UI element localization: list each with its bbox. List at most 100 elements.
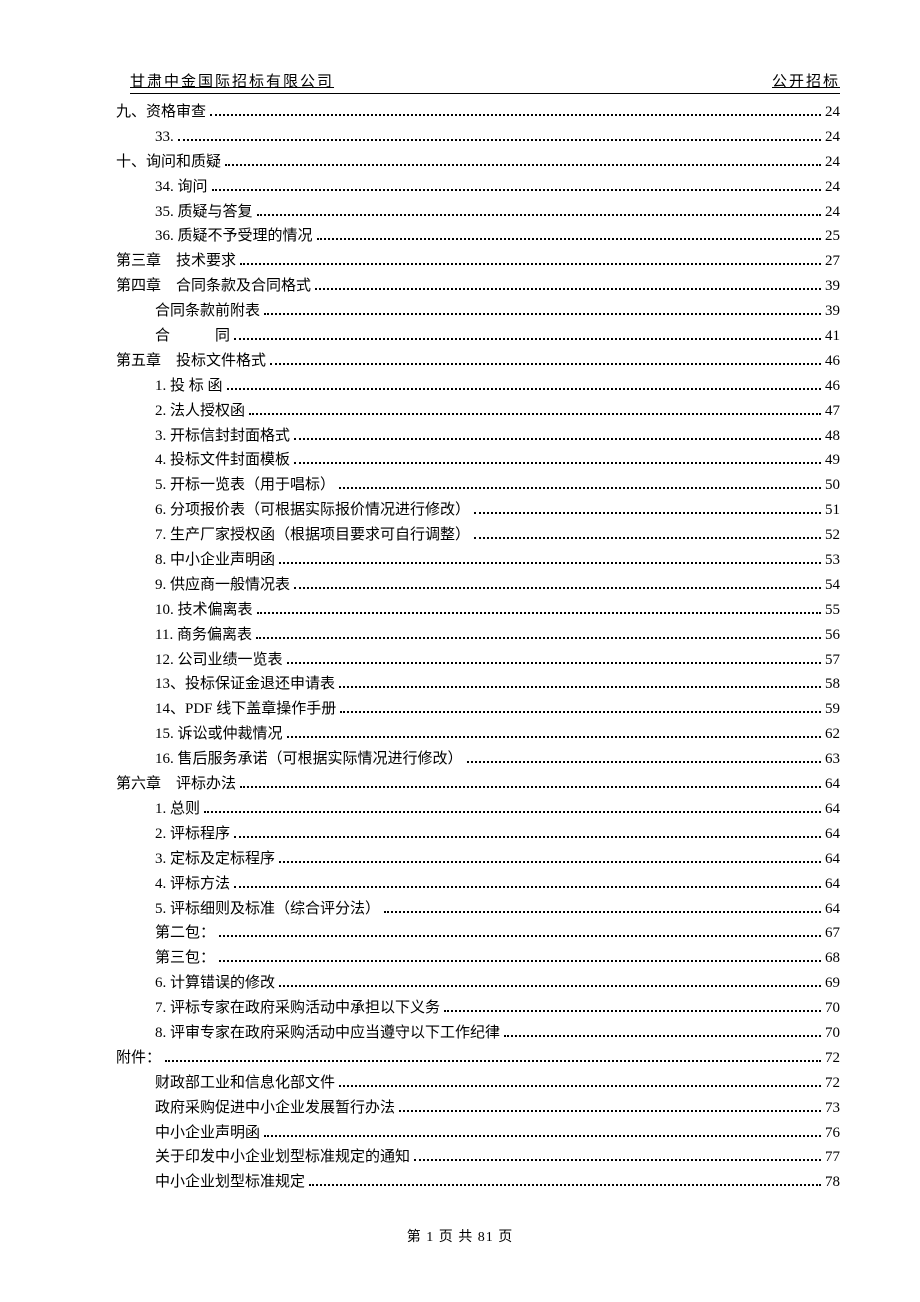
toc-entry-label: 第四章 合同条款及合同格式 [116, 274, 311, 299]
toc-entry-page: 69 [825, 971, 840, 996]
toc-entry: 财政部工业和信息化部文件72 [100, 1071, 840, 1096]
toc-leader-dots [474, 528, 821, 539]
toc-entry-label: 4. 投标文件封面模板 [155, 448, 290, 473]
toc-leader-dots [279, 852, 821, 863]
toc-entry-page: 39 [825, 274, 840, 299]
page-header: 甘肃中金国际招标有限公司 公开招标 [130, 70, 840, 94]
toc-entry-page: 70 [825, 996, 840, 1021]
toc-entry: 3. 开标信封封面格式 48 [100, 424, 840, 449]
toc-entry: 4. 评标方法64 [100, 872, 840, 897]
toc-entry-page: 25 [825, 224, 840, 249]
toc-entry: 第三包： 68 [100, 946, 840, 971]
toc-entry: 1. 投 标 函46 [100, 374, 840, 399]
header-bid-type: 公开招标 [772, 70, 840, 91]
toc-entry-page: 46 [825, 374, 840, 399]
toc-leader-dots [340, 702, 821, 713]
toc-entry-label: 15. 诉讼或仲裁情况 [155, 722, 283, 747]
toc-entry-page: 72 [825, 1071, 840, 1096]
toc-entry: 8. 中小企业声明函 53 [100, 548, 840, 573]
toc-entry-page: 24 [825, 125, 840, 150]
toc-entry-label: 第三包： [155, 946, 215, 971]
toc-entry-label: 合同条款前附表 [155, 299, 260, 324]
toc-entry-page: 55 [825, 598, 840, 623]
toc-entry: 2. 评标程序 64 [100, 822, 840, 847]
toc-entry-label: 2. 评标程序 [155, 822, 230, 847]
toc-entry: 中小企业划型标准规定78 [100, 1170, 840, 1195]
toc-entry-label: 33. [155, 125, 174, 150]
toc-entry-label: 7. 评标专家在政府采购活动中承担以下义务 [155, 996, 440, 1021]
toc-entry-label: 政府采购促进中小企业发展暂行办法 [155, 1096, 395, 1121]
toc-leader-dots [204, 802, 821, 813]
toc-leader-dots [227, 379, 821, 390]
header-company: 甘肃中金国际招标有限公司 [130, 70, 334, 91]
toc-entry: 1. 总则64 [100, 797, 840, 822]
toc-entry-page: 64 [825, 872, 840, 897]
toc-leader-dots [240, 254, 821, 265]
toc-leader-dots [414, 1150, 821, 1161]
toc-entry-label: 36. 质疑不予受理的情况 [155, 224, 313, 249]
toc-entry: 7. 评标专家在政府采购活动中承担以下义务 70 [100, 996, 840, 1021]
toc-entry-page: 59 [825, 697, 840, 722]
toc-entry-label: 1. 总则 [155, 797, 200, 822]
toc-entry-page: 24 [825, 150, 840, 175]
toc-entry-page: 64 [825, 897, 840, 922]
toc-entry: 九、资格审查24 [100, 100, 840, 125]
toc-entry-label: 中小企业声明函 [155, 1121, 260, 1146]
toc-entry-page: 78 [825, 1170, 840, 1195]
toc-leader-dots [219, 926, 821, 937]
toc-entry-page: 64 [825, 822, 840, 847]
toc-leader-dots [234, 329, 821, 340]
toc-entry: 附件： 72 [100, 1046, 840, 1071]
toc-leader-dots [474, 503, 821, 514]
toc-entry-label: 11. 商务偏离表 [155, 623, 252, 648]
toc-leader-dots [444, 1001, 821, 1012]
toc-leader-dots [339, 677, 821, 688]
toc-entry: 第二包： 67 [100, 921, 840, 946]
toc-entry-label: 35. 质疑与答复 [155, 200, 253, 225]
toc-entry-label: 16. 售后服务承诺（可根据实际情况进行修改） [155, 747, 463, 772]
toc-entry-label: 12. 公司业绩一览表 [155, 648, 283, 673]
toc-entry-label: 6. 计算错误的修改 [155, 971, 275, 996]
toc-leader-dots [256, 628, 821, 639]
toc-leader-dots [165, 1051, 821, 1062]
toc-entry: 16. 售后服务承诺（可根据实际情况进行修改） 63 [100, 747, 840, 772]
toc-entry: 合同条款前附表39 [100, 299, 840, 324]
toc-entry-page: 72 [825, 1046, 840, 1071]
toc-entry-page: 24 [825, 175, 840, 200]
toc-entry-label: 合 同 [155, 324, 230, 349]
toc-leader-dots [294, 429, 821, 440]
toc-leader-dots [287, 653, 821, 664]
toc-entry: 6. 计算错误的修改 69 [100, 971, 840, 996]
toc-entry-label: 附件： [116, 1046, 161, 1071]
toc-entry-page: 24 [825, 200, 840, 225]
toc-entry-page: 76 [825, 1121, 840, 1146]
toc-entry: 2. 法人授权函47 [100, 399, 840, 424]
toc-entry: 15. 诉讼或仲裁情况 62 [100, 722, 840, 747]
toc-entry-page: 41 [825, 324, 840, 349]
toc-entry-page: 24 [825, 100, 840, 125]
toc-entry: 34. 询问24 [100, 175, 840, 200]
toc-entry: 9. 供应商一般情况表 54 [100, 573, 840, 598]
toc-entry-label: 7. 生产厂家授权函（根据项目要求可自行调整） [155, 523, 470, 548]
toc-leader-dots [234, 827, 821, 838]
toc-leader-dots [264, 1126, 821, 1137]
toc-entry: 5. 评标细则及标准（综合评分法） 64 [100, 897, 840, 922]
toc-entry-page: 64 [825, 847, 840, 872]
toc-entry-page: 53 [825, 548, 840, 573]
toc-entry-page: 62 [825, 722, 840, 747]
toc-leader-dots [287, 727, 821, 738]
page-footer: 第 1 页 共 81 页 [0, 1226, 920, 1246]
toc-entry-label: 十、询问和质疑 [116, 150, 221, 175]
toc-entry: 中小企业声明函 76 [100, 1121, 840, 1146]
toc-leader-dots [225, 155, 821, 166]
toc-entry: 13、投标保证金退还申请表 58 [100, 672, 840, 697]
toc-entry-page: 50 [825, 473, 840, 498]
toc-entry: 4. 投标文件封面模板 49 [100, 448, 840, 473]
toc-entry: 关于印发中小企业划型标准规定的通知 77 [100, 1145, 840, 1170]
toc-leader-dots [279, 976, 821, 987]
toc-leader-dots [315, 279, 821, 290]
toc-entry-page: 48 [825, 424, 840, 449]
toc-entry-page: 52 [825, 523, 840, 548]
toc-entry-label: 第二包： [155, 921, 215, 946]
toc-entry-page: 46 [825, 349, 840, 374]
